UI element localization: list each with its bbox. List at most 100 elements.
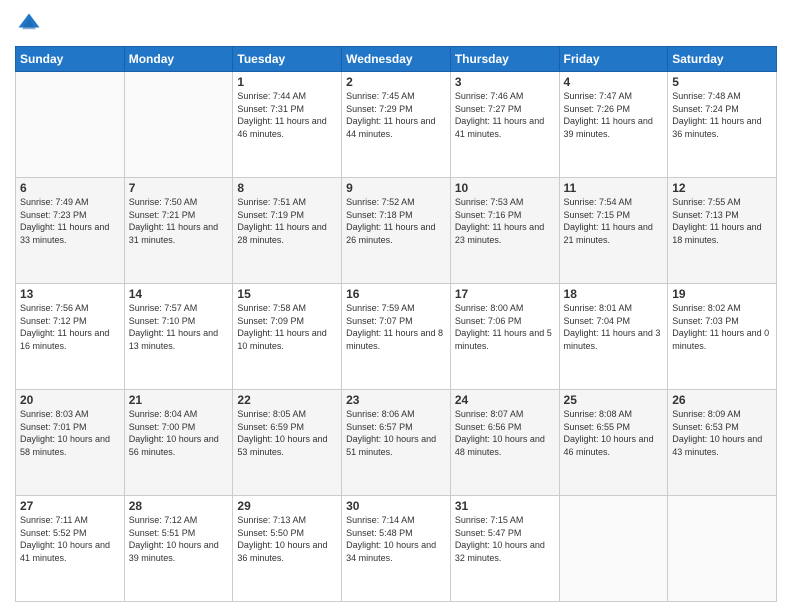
day-number: 12 (672, 181, 772, 195)
day-info: Sunrise: 7:51 AM Sunset: 7:19 PM Dayligh… (237, 196, 337, 246)
day-info: Sunrise: 7:50 AM Sunset: 7:21 PM Dayligh… (129, 196, 229, 246)
day-info: Sunrise: 7:46 AM Sunset: 7:27 PM Dayligh… (455, 90, 555, 140)
day-number: 2 (346, 75, 446, 89)
day-info: Sunrise: 7:57 AM Sunset: 7:10 PM Dayligh… (129, 302, 229, 352)
day-info: Sunrise: 7:59 AM Sunset: 7:07 PM Dayligh… (346, 302, 446, 352)
week-row-4: 20Sunrise: 8:03 AM Sunset: 7:01 PM Dayli… (16, 390, 777, 496)
week-row-3: 13Sunrise: 7:56 AM Sunset: 7:12 PM Dayli… (16, 284, 777, 390)
calendar-cell: 30Sunrise: 7:14 AM Sunset: 5:48 PM Dayli… (342, 496, 451, 602)
day-number: 1 (237, 75, 337, 89)
day-number: 19 (672, 287, 772, 301)
day-number: 27 (20, 499, 120, 513)
day-info: Sunrise: 7:53 AM Sunset: 7:16 PM Dayligh… (455, 196, 555, 246)
calendar-cell: 24Sunrise: 8:07 AM Sunset: 6:56 PM Dayli… (450, 390, 559, 496)
day-header-thursday: Thursday (450, 47, 559, 72)
day-number: 25 (564, 393, 664, 407)
day-number: 24 (455, 393, 555, 407)
day-info: Sunrise: 7:55 AM Sunset: 7:13 PM Dayligh… (672, 196, 772, 246)
calendar-cell: 8Sunrise: 7:51 AM Sunset: 7:19 PM Daylig… (233, 178, 342, 284)
calendar-cell: 29Sunrise: 7:13 AM Sunset: 5:50 PM Dayli… (233, 496, 342, 602)
day-number: 30 (346, 499, 446, 513)
day-number: 28 (129, 499, 229, 513)
day-info: Sunrise: 8:03 AM Sunset: 7:01 PM Dayligh… (20, 408, 120, 458)
day-number: 3 (455, 75, 555, 89)
calendar-cell: 5Sunrise: 7:48 AM Sunset: 7:24 PM Daylig… (668, 72, 777, 178)
calendar-cell: 19Sunrise: 8:02 AM Sunset: 7:03 PM Dayli… (668, 284, 777, 390)
calendar-cell: 1Sunrise: 7:44 AM Sunset: 7:31 PM Daylig… (233, 72, 342, 178)
day-number: 21 (129, 393, 229, 407)
day-info: Sunrise: 7:12 AM Sunset: 5:51 PM Dayligh… (129, 514, 229, 564)
header-row: SundayMondayTuesdayWednesdayThursdayFrid… (16, 47, 777, 72)
day-info: Sunrise: 8:06 AM Sunset: 6:57 PM Dayligh… (346, 408, 446, 458)
calendar-cell: 3Sunrise: 7:46 AM Sunset: 7:27 PM Daylig… (450, 72, 559, 178)
calendar-cell: 6Sunrise: 7:49 AM Sunset: 7:23 PM Daylig… (16, 178, 125, 284)
day-number: 10 (455, 181, 555, 195)
day-number: 15 (237, 287, 337, 301)
day-info: Sunrise: 7:44 AM Sunset: 7:31 PM Dayligh… (237, 90, 337, 140)
day-info: Sunrise: 7:47 AM Sunset: 7:26 PM Dayligh… (564, 90, 664, 140)
week-row-1: 1Sunrise: 7:44 AM Sunset: 7:31 PM Daylig… (16, 72, 777, 178)
day-number: 4 (564, 75, 664, 89)
day-number: 29 (237, 499, 337, 513)
calendar-cell: 25Sunrise: 8:08 AM Sunset: 6:55 PM Dayli… (559, 390, 668, 496)
week-row-5: 27Sunrise: 7:11 AM Sunset: 5:52 PM Dayli… (16, 496, 777, 602)
day-number: 17 (455, 287, 555, 301)
day-info: Sunrise: 7:48 AM Sunset: 7:24 PM Dayligh… (672, 90, 772, 140)
calendar-header: SundayMondayTuesdayWednesdayThursdayFrid… (16, 47, 777, 72)
day-number: 7 (129, 181, 229, 195)
day-header-sunday: Sunday (16, 47, 125, 72)
day-number: 22 (237, 393, 337, 407)
calendar-cell: 9Sunrise: 7:52 AM Sunset: 7:18 PM Daylig… (342, 178, 451, 284)
calendar-cell (559, 496, 668, 602)
day-info: Sunrise: 7:45 AM Sunset: 7:29 PM Dayligh… (346, 90, 446, 140)
day-header-tuesday: Tuesday (233, 47, 342, 72)
day-number: 23 (346, 393, 446, 407)
day-info: Sunrise: 8:02 AM Sunset: 7:03 PM Dayligh… (672, 302, 772, 352)
calendar-cell: 17Sunrise: 8:00 AM Sunset: 7:06 PM Dayli… (450, 284, 559, 390)
page: SundayMondayTuesdayWednesdayThursdayFrid… (0, 0, 792, 612)
calendar-body: 1Sunrise: 7:44 AM Sunset: 7:31 PM Daylig… (16, 72, 777, 602)
calendar-cell (124, 72, 233, 178)
calendar-cell: 10Sunrise: 7:53 AM Sunset: 7:16 PM Dayli… (450, 178, 559, 284)
day-number: 14 (129, 287, 229, 301)
day-info: Sunrise: 7:15 AM Sunset: 5:47 PM Dayligh… (455, 514, 555, 564)
calendar-cell: 20Sunrise: 8:03 AM Sunset: 7:01 PM Dayli… (16, 390, 125, 496)
day-number: 13 (20, 287, 120, 301)
calendar-cell: 31Sunrise: 7:15 AM Sunset: 5:47 PM Dayli… (450, 496, 559, 602)
day-info: Sunrise: 8:04 AM Sunset: 7:00 PM Dayligh… (129, 408, 229, 458)
calendar-cell: 23Sunrise: 8:06 AM Sunset: 6:57 PM Dayli… (342, 390, 451, 496)
day-number: 16 (346, 287, 446, 301)
calendar-cell: 7Sunrise: 7:50 AM Sunset: 7:21 PM Daylig… (124, 178, 233, 284)
day-info: Sunrise: 7:11 AM Sunset: 5:52 PM Dayligh… (20, 514, 120, 564)
day-info: Sunrise: 8:09 AM Sunset: 6:53 PM Dayligh… (672, 408, 772, 458)
day-number: 9 (346, 181, 446, 195)
day-number: 11 (564, 181, 664, 195)
calendar-cell: 22Sunrise: 8:05 AM Sunset: 6:59 PM Dayli… (233, 390, 342, 496)
logo-icon (15, 10, 43, 38)
calendar-cell: 18Sunrise: 8:01 AM Sunset: 7:04 PM Dayli… (559, 284, 668, 390)
day-info: Sunrise: 7:49 AM Sunset: 7:23 PM Dayligh… (20, 196, 120, 246)
day-info: Sunrise: 7:13 AM Sunset: 5:50 PM Dayligh… (237, 514, 337, 564)
day-info: Sunrise: 7:14 AM Sunset: 5:48 PM Dayligh… (346, 514, 446, 564)
day-info: Sunrise: 8:00 AM Sunset: 7:06 PM Dayligh… (455, 302, 555, 352)
header (15, 10, 777, 38)
day-header-wednesday: Wednesday (342, 47, 451, 72)
day-number: 20 (20, 393, 120, 407)
calendar-cell: 12Sunrise: 7:55 AM Sunset: 7:13 PM Dayli… (668, 178, 777, 284)
day-info: Sunrise: 7:54 AM Sunset: 7:15 PM Dayligh… (564, 196, 664, 246)
day-header-saturday: Saturday (668, 47, 777, 72)
calendar-cell (16, 72, 125, 178)
calendar-cell: 16Sunrise: 7:59 AM Sunset: 7:07 PM Dayli… (342, 284, 451, 390)
day-info: Sunrise: 8:01 AM Sunset: 7:04 PM Dayligh… (564, 302, 664, 352)
calendar-cell: 15Sunrise: 7:58 AM Sunset: 7:09 PM Dayli… (233, 284, 342, 390)
day-info: Sunrise: 8:08 AM Sunset: 6:55 PM Dayligh… (564, 408, 664, 458)
calendar-cell: 21Sunrise: 8:04 AM Sunset: 7:00 PM Dayli… (124, 390, 233, 496)
calendar-table: SundayMondayTuesdayWednesdayThursdayFrid… (15, 46, 777, 602)
day-info: Sunrise: 7:58 AM Sunset: 7:09 PM Dayligh… (237, 302, 337, 352)
calendar-cell: 4Sunrise: 7:47 AM Sunset: 7:26 PM Daylig… (559, 72, 668, 178)
day-info: Sunrise: 8:07 AM Sunset: 6:56 PM Dayligh… (455, 408, 555, 458)
day-number: 5 (672, 75, 772, 89)
day-info: Sunrise: 7:56 AM Sunset: 7:12 PM Dayligh… (20, 302, 120, 352)
day-header-friday: Friday (559, 47, 668, 72)
day-info: Sunrise: 7:52 AM Sunset: 7:18 PM Dayligh… (346, 196, 446, 246)
